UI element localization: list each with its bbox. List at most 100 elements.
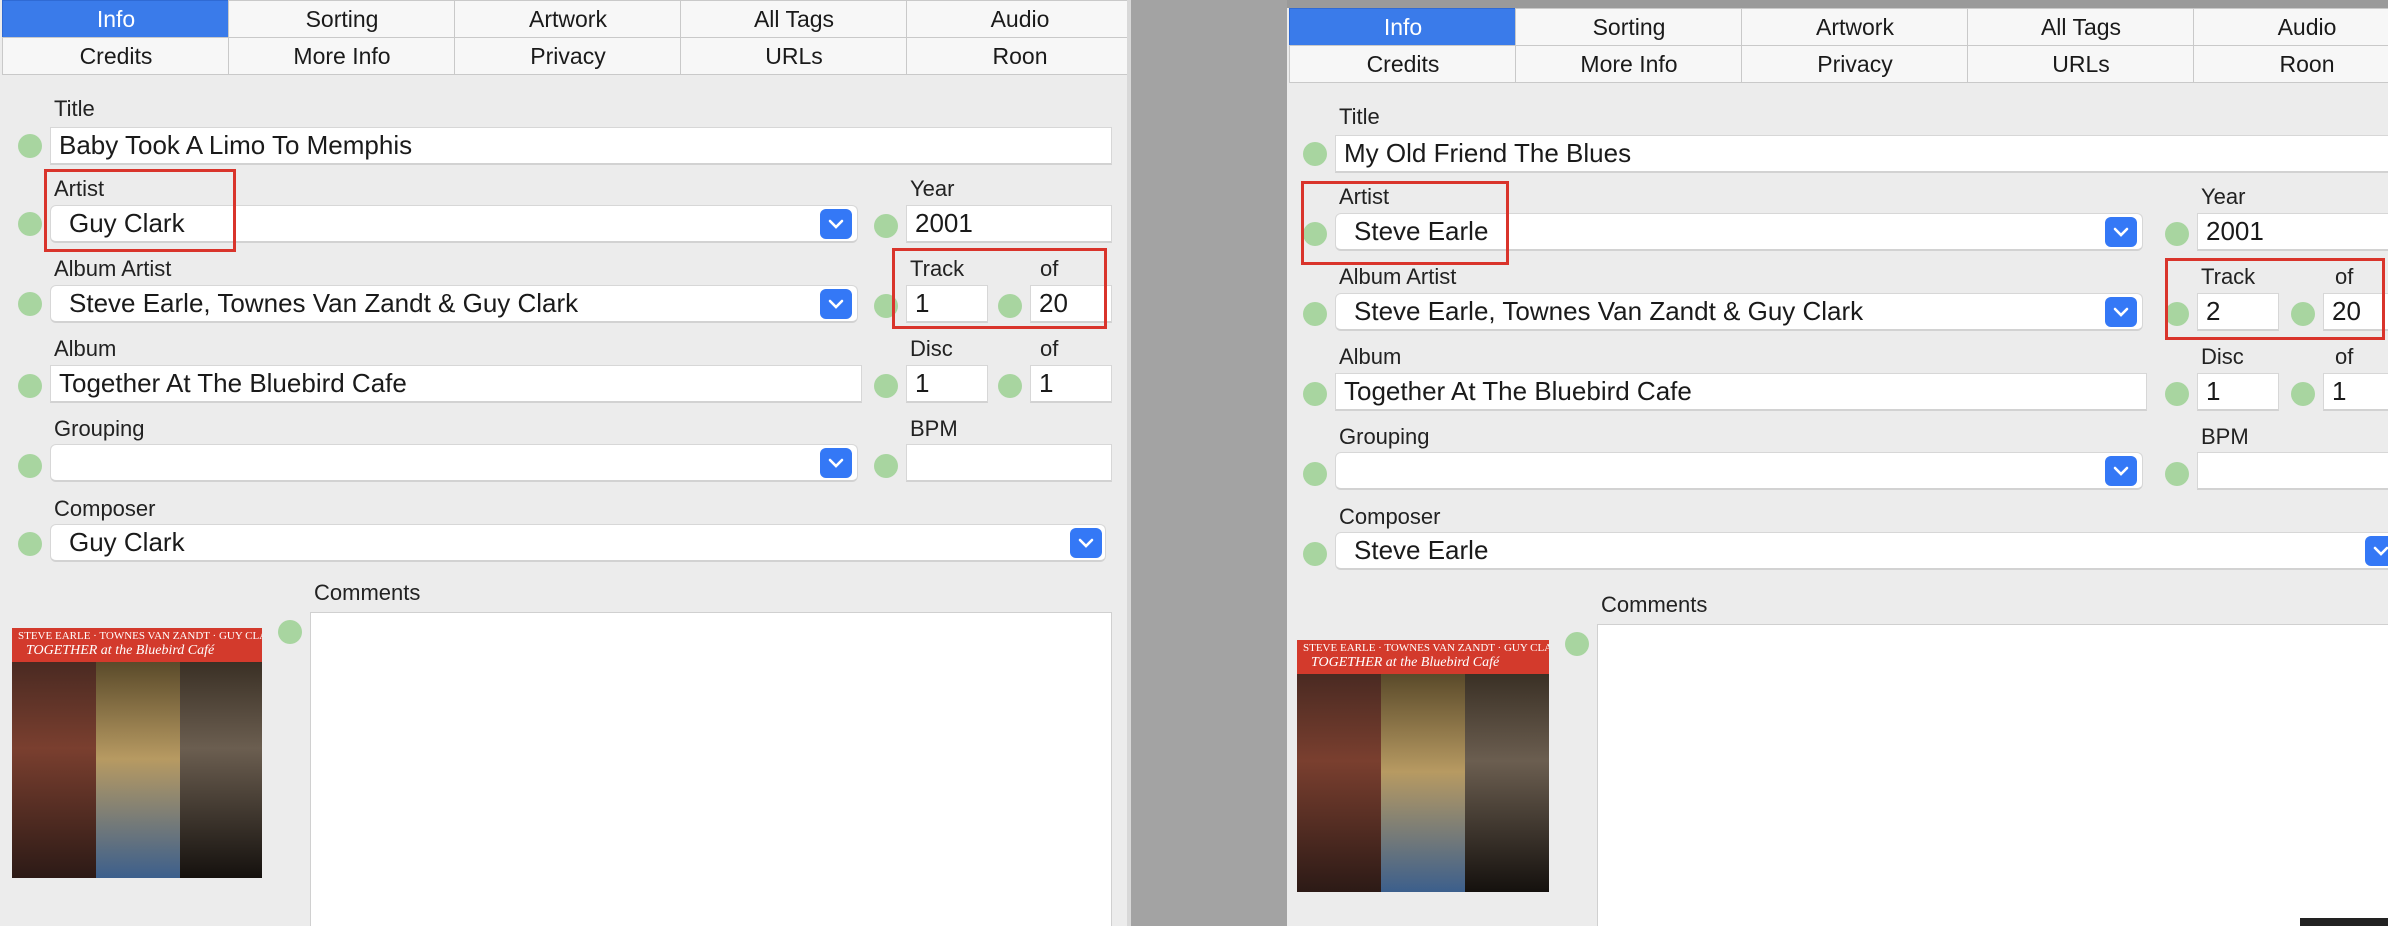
grouping-status-dot[interactable] <box>1303 462 1327 486</box>
bpm-status-dot[interactable] <box>2165 462 2189 486</box>
composer-dropdown-button[interactable] <box>2365 536 2388 566</box>
disc-number-field[interactable]: 1 <box>906 365 988 403</box>
tab-all-tags[interactable]: All Tags <box>1967 8 2195 46</box>
tab-credits[interactable]: Credits <box>2 37 230 75</box>
tag-editor-left: Info Sorting Artwork All Tags Audio Cred… <box>0 0 1127 926</box>
tab-more-info[interactable]: More Info <box>1515 45 1743 83</box>
highlight-box-track <box>892 248 1107 329</box>
artist-status-dot[interactable] <box>18 212 42 236</box>
bpm-status-dot[interactable] <box>874 454 898 478</box>
tab-roon[interactable]: Roon <box>2193 45 2388 83</box>
disc-label: Disc <box>910 336 953 361</box>
title-field[interactable]: My Old Friend The Blues <box>1335 135 2388 173</box>
tab-roon[interactable]: Roon <box>906 37 1127 75</box>
chevron-down-icon <box>2113 466 2129 476</box>
disc-label: Disc <box>2201 344 2244 369</box>
artwork-artist-line: STEVE EARLE · TOWNES VAN ZANDT · GUY CLA… <box>1303 642 1549 654</box>
album-artist-label: Album Artist <box>54 256 172 281</box>
title-status-dot[interactable] <box>1303 142 1327 166</box>
grouping-status-dot[interactable] <box>18 454 42 478</box>
bpm-field[interactable] <box>2197 452 2388 490</box>
album-artwork[interactable]: STEVE EARLE · TOWNES VAN ZANDT · GUY CLA… <box>12 628 262 878</box>
composer-status-dot[interactable] <box>1303 542 1327 566</box>
bpm-label: BPM <box>910 416 958 441</box>
tab-privacy[interactable]: Privacy <box>454 37 682 75</box>
bpm-field[interactable] <box>906 444 1112 482</box>
year-status-dot[interactable] <box>2165 222 2189 246</box>
comments-textarea[interactable] <box>1597 624 2388 926</box>
comments-status-dot[interactable] <box>1565 632 1589 656</box>
highlight-box-track <box>2165 258 2385 340</box>
chevron-down-icon <box>2113 307 2129 317</box>
chevron-down-icon <box>2373 546 2388 556</box>
disc-total-field[interactable]: 1 <box>1030 365 1112 403</box>
chevron-down-icon <box>2113 227 2129 237</box>
artwork-photo-1 <box>12 662 96 878</box>
comments-label: Comments <box>314 580 421 605</box>
highlight-box-artist <box>44 169 236 252</box>
artwork-banner: STEVE EARLE · TOWNES VAN ZANDT · GUY CLA… <box>1297 640 1549 674</box>
title-label: Title <box>54 96 95 121</box>
comments-textarea[interactable] <box>310 612 1112 926</box>
album-artist-status-dot[interactable] <box>1303 302 1327 326</box>
album-field[interactable]: Together At The Bluebird Cafe <box>1335 373 2147 411</box>
title-status-dot[interactable] <box>18 134 42 158</box>
tab-more-info[interactable]: More Info <box>228 37 456 75</box>
tab-sorting[interactable]: Sorting <box>228 0 456 38</box>
tab-artwork[interactable]: Artwork <box>454 0 682 38</box>
composer-combo[interactable]: Steve Earle <box>1335 532 2388 570</box>
composer-status-dot[interactable] <box>18 532 42 556</box>
tab-sorting[interactable]: Sorting <box>1515 8 1743 46</box>
tab-info[interactable]: Info <box>1289 8 1517 46</box>
disc-total-status-dot[interactable] <box>2291 382 2315 406</box>
artwork-photo-3 <box>180 662 262 878</box>
artwork-title-line: TOGETHER at the Bluebird Café <box>26 643 215 658</box>
grouping-combo[interactable] <box>50 444 858 482</box>
chevron-down-icon <box>828 219 844 229</box>
year-field[interactable]: 2001 <box>2197 213 2388 251</box>
tab-audio[interactable]: Audio <box>2193 8 2388 46</box>
tab-credits[interactable]: Credits <box>1289 45 1517 83</box>
composer-combo[interactable]: Guy Clark <box>50 524 1106 562</box>
album-label: Album <box>1339 344 1402 369</box>
artist-dropdown-button[interactable] <box>820 209 852 239</box>
year-status-dot[interactable] <box>874 214 898 238</box>
disc-total-field[interactable]: 1 <box>2323 373 2388 411</box>
title-field[interactable]: Baby Took A Limo To Memphis <box>50 127 1112 165</box>
grouping-dropdown-button[interactable] <box>2105 456 2137 486</box>
disc-status-dot[interactable] <box>2165 382 2189 406</box>
tab-privacy[interactable]: Privacy <box>1741 45 1969 83</box>
comments-status-dot[interactable] <box>278 620 302 644</box>
album-status-dot[interactable] <box>1303 382 1327 406</box>
artwork-photo-3 <box>1465 674 1549 892</box>
chevron-down-icon <box>828 458 844 468</box>
disc-number-field[interactable]: 1 <box>2197 373 2279 411</box>
bpm-label: BPM <box>2201 424 2249 449</box>
year-field[interactable]: 2001 <box>906 205 1112 243</box>
tab-urls[interactable]: URLs <box>680 37 908 75</box>
album-artist-combo[interactable]: Steve Earle, Townes Van Zandt & Guy Clar… <box>1335 293 2143 331</box>
album-artwork[interactable]: STEVE EARLE · TOWNES VAN ZANDT · GUY CLA… <box>1297 640 1549 892</box>
album-artist-dropdown-button[interactable] <box>2105 297 2137 327</box>
composer-label: Composer <box>54 496 156 521</box>
grouping-combo[interactable] <box>1335 452 2143 490</box>
album-artist-combo[interactable]: Steve Earle, Townes Van Zandt & Guy Clar… <box>50 285 858 323</box>
album-artist-status-dot[interactable] <box>18 292 42 316</box>
artwork-photo-1 <box>1297 674 1381 892</box>
grouping-dropdown-button[interactable] <box>820 448 852 478</box>
artist-dropdown-button[interactable] <box>2105 217 2137 247</box>
grouping-label: Grouping <box>1339 424 1430 449</box>
album-field[interactable]: Together At The Bluebird Cafe <box>50 365 862 403</box>
disc-total-status-dot[interactable] <box>998 374 1022 398</box>
tab-urls[interactable]: URLs <box>1967 45 2195 83</box>
album-artist-dropdown-button[interactable] <box>820 289 852 319</box>
composer-dropdown-button[interactable] <box>1070 528 1102 558</box>
disc-status-dot[interactable] <box>874 374 898 398</box>
album-status-dot[interactable] <box>18 374 42 398</box>
tab-info[interactable]: Info <box>2 0 230 38</box>
artwork-title-line: TOGETHER at the Bluebird Café <box>1311 655 1500 670</box>
artwork-banner: STEVE EARLE · TOWNES VAN ZANDT · GUY CLA… <box>12 628 262 662</box>
tab-artwork[interactable]: Artwork <box>1741 8 1969 46</box>
tab-all-tags[interactable]: All Tags <box>680 0 908 38</box>
tab-audio[interactable]: Audio <box>906 0 1127 38</box>
